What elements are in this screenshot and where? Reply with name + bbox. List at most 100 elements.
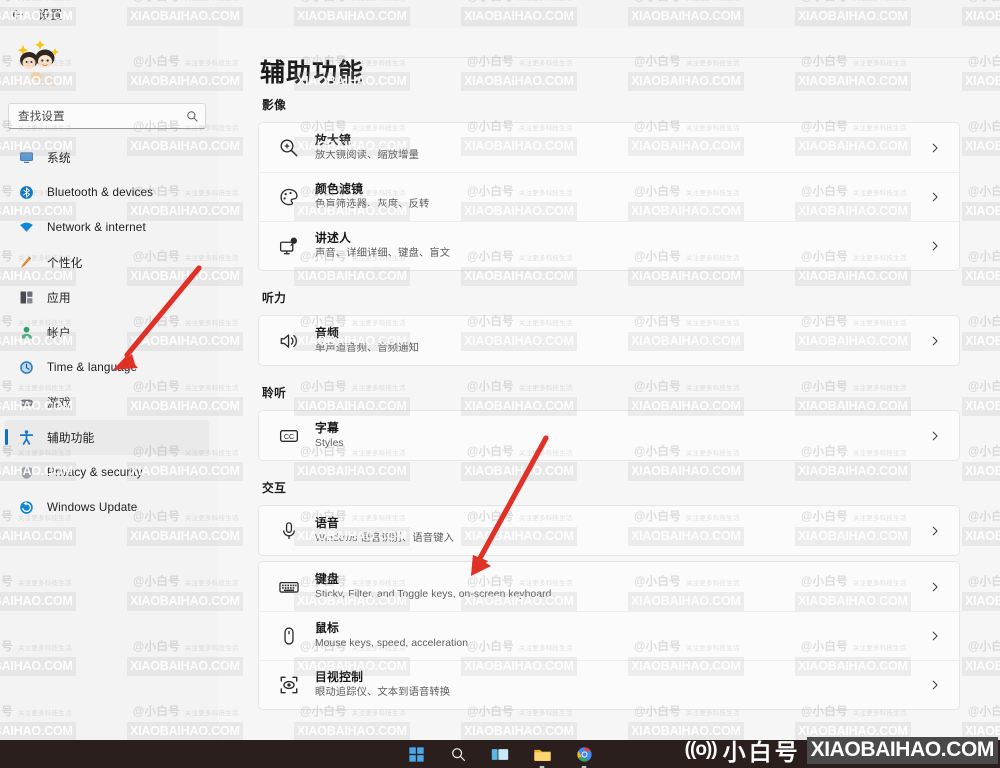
settings-row-text: 讲述人声音、详细详细、键盘、盲文 (315, 231, 927, 261)
settings-row-subtitle: 放大镜阅读、缩放增量 (315, 149, 419, 161)
monitor-icon (18, 149, 35, 166)
chevron-right-icon[interactable] (927, 679, 943, 691)
taskbar-browser-icon[interactable] (574, 744, 594, 764)
wifi-icon (18, 219, 35, 236)
settings-row-title: 音频 (315, 325, 340, 340)
apps-icon (18, 289, 35, 306)
group-title: 听力 (262, 292, 287, 305)
taskbar-file-explorer-icon[interactable] (532, 744, 552, 764)
chevron-right-icon[interactable] (927, 335, 943, 347)
clock-icon (18, 359, 35, 376)
settings-row-subtitle: 眼动追踪仪、文本到语音转换 (315, 687, 451, 698)
eye-control-icon (276, 672, 302, 698)
group-title: 交互 (262, 482, 287, 495)
chevron-right-icon[interactable] (927, 581, 943, 593)
magnifier-icon (276, 135, 302, 161)
chevron-right-icon[interactable] (927, 240, 943, 252)
settings-row-text: 目视控制 眼动追踪仪、文本到语音转换 (315, 670, 927, 700)
settings-row-text: 语音 Windows 语音识别、语音键入 (315, 516, 927, 546)
narrator-icon (276, 233, 302, 259)
sidebar-item-9[interactable]: 辅助功能 (4, 420, 209, 455)
settings-row-subtitle: 单声道音频、音频通知 (315, 342, 419, 354)
search-input-text: 查找设置 (18, 111, 65, 123)
brand-name-cn: 小白号 (722, 739, 801, 765)
chevron-right-icon[interactable] (927, 430, 943, 442)
account-icon (18, 324, 35, 341)
signal-wave-icon: ((o)) (684, 739, 718, 760)
chevron-right-icon[interactable] (927, 191, 943, 203)
settings-row-subtitle: 声音、详细详细、键盘、盲文 (315, 248, 451, 259)
sidebar-item-1[interactable]: 系统 (4, 140, 209, 175)
chevron-right-icon[interactable] (927, 525, 943, 537)
sidebar-item-8[interactable]: 游戏 (4, 385, 209, 420)
sidebar-item-10[interactable]: Privacy & security (4, 455, 209, 490)
settings-row[interactable]: 语音 Windows 语音识别、语音键入 (259, 506, 959, 555)
brush-icon (18, 254, 35, 271)
avatar[interactable] (12, 36, 70, 88)
avatar-image (17, 40, 59, 86)
settings-row-subtitle: Mouse keys, speed, acceleration (315, 638, 469, 649)
title-bar: 设置 (0, 0, 1000, 28)
sidebar-item-label: 帐户 (47, 327, 71, 340)
sidebar-item-label: Bluetooth & devices (47, 186, 154, 199)
settings-row-title: 放大镜 (315, 132, 352, 147)
sidebar-item-3[interactable]: Network & internet (4, 210, 209, 245)
taskbar-search-icon[interactable] (448, 744, 468, 764)
sidebar-nav: 系统 Bluetooth & devices Network & internet 个… (0, 140, 218, 525)
sidebar-item-7[interactable]: Time & language (4, 350, 209, 385)
sidebar: 查找设置 系统 Bluetooth & devices Network & inte… (0, 28, 218, 740)
taskbar-task-view-icon[interactable] (490, 744, 510, 764)
settings-list: 影像放大镜放大镜阅读、缩放增量颜色滤镜 色盲筛选器、灰度、反转讲述人声音、详细详细… (218, 96, 1000, 740)
settings-row[interactable]: 键盘 Sticky, Filter, and Toggle keys, on-sc… (259, 562, 959, 611)
settings-row-title: 字幕 (315, 420, 340, 435)
settings-row-text: 颜色滤镜 色盲筛选器、灰度、反转 (315, 182, 927, 212)
settings-row-title: 颜色滤镜 (315, 182, 364, 196)
bluetooth-icon (18, 184, 35, 201)
group-title: 聆听 (262, 387, 287, 400)
settings-row-text: 字幕 Styles (315, 421, 927, 451)
settings-row-text: 鼠标 Mouse keys, speed, acceleration (315, 621, 927, 651)
sidebar-item-2[interactable]: Bluetooth & devices (4, 175, 209, 210)
sidebar-item-4[interactable]: 个性化 (4, 245, 209, 280)
page-title: 辅助功能 (260, 59, 365, 87)
settings-group: 听力音频单声道音频、音频通知 (258, 289, 960, 366)
settings-card: 语音 Windows 语音识别、语音键入 (258, 505, 960, 556)
settings-row[interactable]: CC 字幕 Styles (259, 411, 959, 460)
settings-row-text: 音频单声道音频、音频通知 (315, 326, 927, 356)
sidebar-item-5[interactable]: 应用 (4, 280, 209, 315)
settings-card: 放大镜放大镜阅读、缩放增量颜色滤镜 色盲筛选器、灰度、反转讲述人声音、详细详细、键… (258, 122, 960, 271)
sidebar-item-6[interactable]: 帐户 (4, 315, 209, 350)
search-input[interactable]: 查找设置 (8, 103, 206, 129)
gamepad-icon (18, 394, 35, 411)
settings-row[interactable]: 放大镜放大镜阅读、缩放增量 (259, 123, 959, 172)
settings-window: 辅助功能 影像放大镜放大镜阅读、缩放增量颜色滤镜 色盲筛选器、灰度、反转讲述人声音… (0, 0, 1000, 768)
sidebar-item-label: 辅助功能 (47, 432, 95, 445)
settings-row-text: 键盘 Sticky, Filter, and Toggle keys, on-sc… (315, 572, 927, 602)
settings-row[interactable]: 颜色滤镜 色盲筛选器、灰度、反转 (259, 172, 959, 221)
chevron-right-icon[interactable] (927, 142, 943, 154)
settings-row-title: 讲述人 (315, 231, 352, 245)
sidebar-item-label: Network & internet (47, 221, 146, 234)
settings-card: 键盘 Sticky, Filter, and Toggle keys, on-sc… (258, 561, 960, 710)
update-icon (18, 499, 35, 516)
sidebar-item-label: Time & language (47, 361, 138, 374)
settings-row[interactable]: 音频单声道音频、音频通知 (259, 316, 959, 365)
sidebar-item-label: Privacy & security (47, 466, 143, 479)
sidebar-item-label: 个性化 (47, 257, 83, 270)
closed-caption-icon: CC (276, 423, 302, 449)
taskbar-windows-start-icon[interactable] (406, 744, 426, 764)
settings-row-title: 键盘 (315, 571, 340, 586)
settings-row[interactable]: 目视控制 眼动追踪仪、文本到语音转换 (259, 660, 959, 709)
settings-row-title: 语音 (315, 515, 340, 530)
svg-text:CC: CC (284, 434, 294, 441)
back-arrow-icon[interactable] (0, 0, 34, 28)
microphone-icon (276, 518, 302, 544)
accessibility-icon (18, 429, 35, 446)
settings-row[interactable]: 讲述人声音、详细详细、键盘、盲文 (259, 221, 959, 270)
chevron-right-icon[interactable] (927, 630, 943, 642)
settings-row[interactable]: 鼠标 Mouse keys, speed, acceleration (259, 611, 959, 660)
sidebar-item-label: Windows Update (47, 501, 138, 514)
settings-row-title: 鼠标 (315, 621, 340, 635)
sidebar-item-11[interactable]: Windows Update (4, 490, 209, 525)
group-title: 影像 (262, 99, 287, 112)
